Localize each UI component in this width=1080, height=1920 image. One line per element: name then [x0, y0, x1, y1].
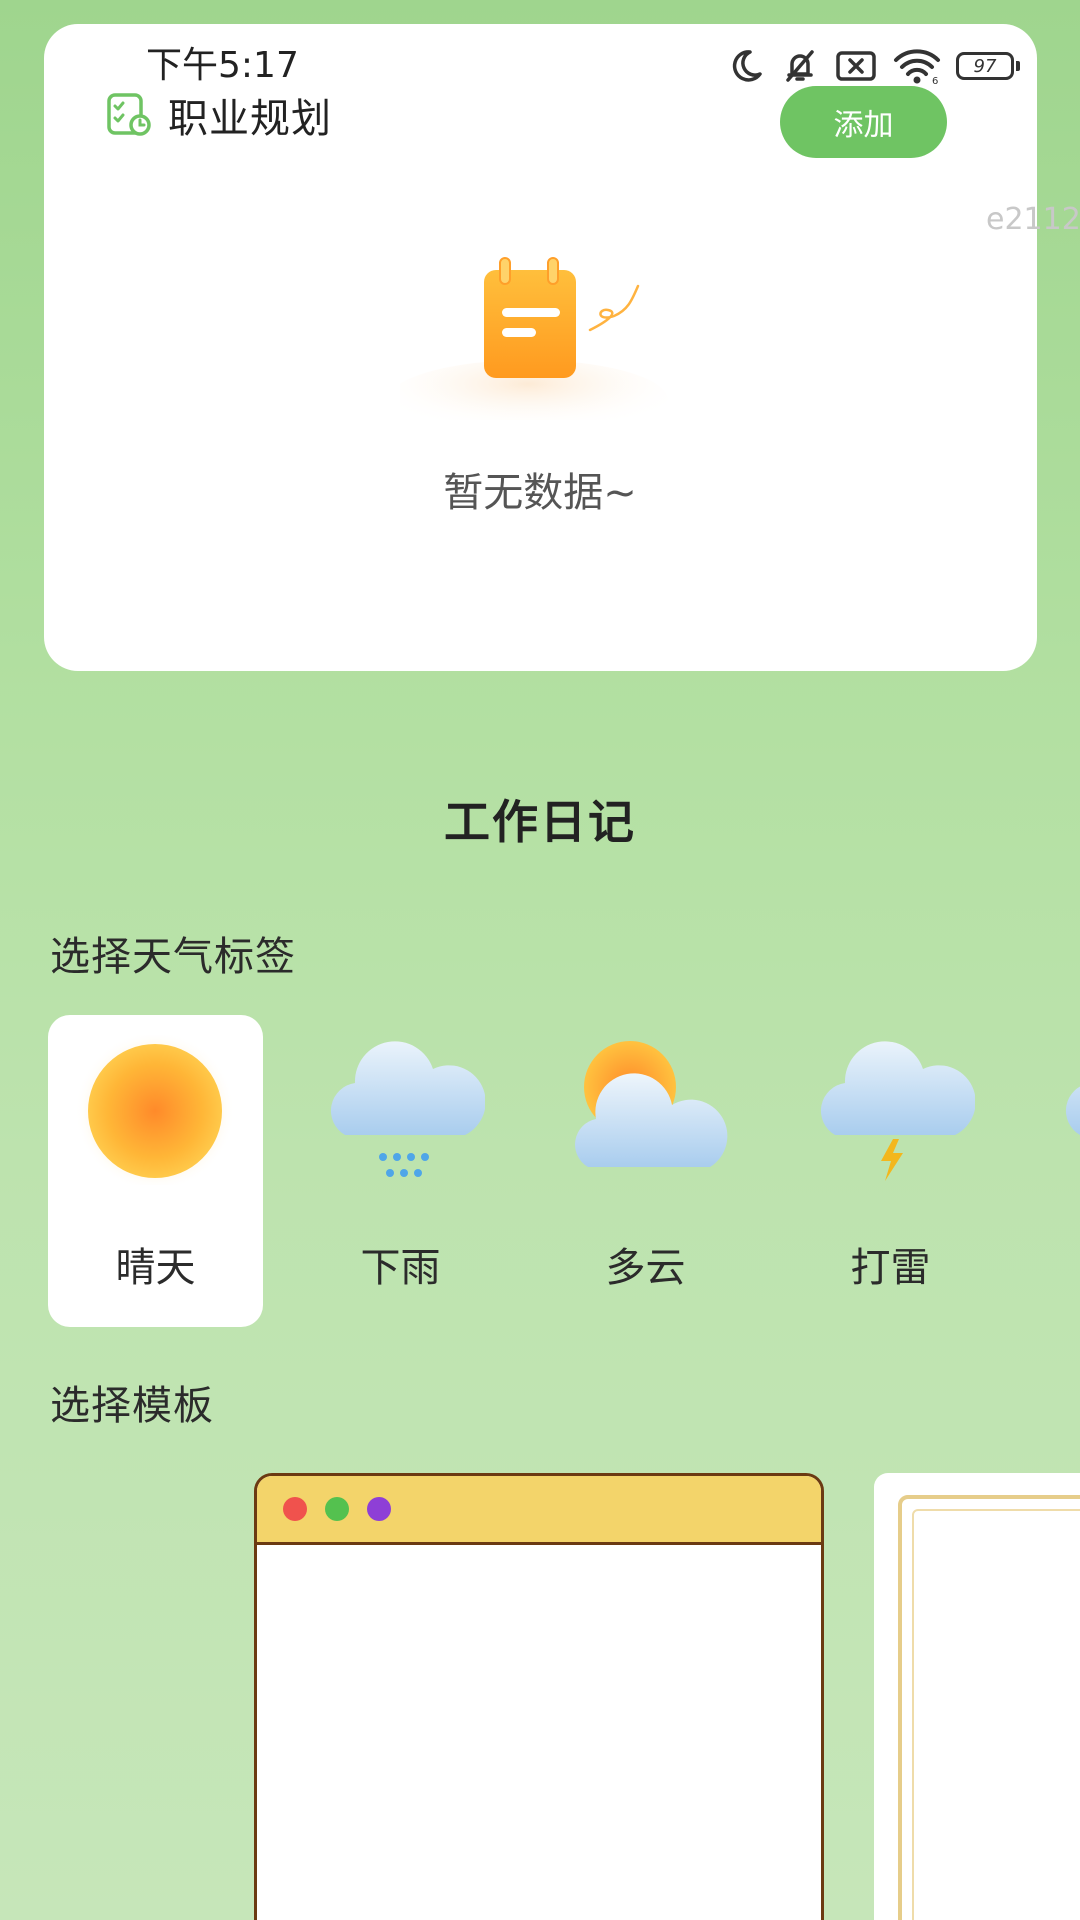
- weather-option-rain[interactable]: 下雨: [293, 1015, 508, 1327]
- template-window-bar: [257, 1476, 821, 1545]
- sunny-icon: [75, 1035, 235, 1185]
- sim-off-icon: [836, 51, 876, 81]
- moon-icon: [732, 50, 762, 82]
- red-dot: [283, 1497, 307, 1521]
- notepad-icon: [400, 257, 668, 420]
- green-dot: [325, 1497, 349, 1521]
- watermark: e21128: [986, 202, 1080, 237]
- weather-label-rain: 下雨: [360, 1245, 441, 1291]
- template-section-label: 选择模板: [50, 1383, 214, 1429]
- add-button[interactable]: 添加: [780, 86, 947, 158]
- thunder-icon: [820, 1041, 975, 1181]
- cloud-icon: [1065, 1086, 1080, 1135]
- svg-text:6: 6: [932, 76, 938, 86]
- template-window[interactable]: [254, 1473, 824, 1920]
- weather-label-thunder: 打雷: [850, 1245, 931, 1291]
- weather-label-sunny: 晴天: [115, 1245, 196, 1291]
- wifi-icon: 6: [894, 49, 940, 86]
- planner-icon: [107, 93, 151, 136]
- battery-icon: 97: [956, 52, 1020, 80]
- card-title: 职业规划: [168, 96, 332, 142]
- bell-off-icon: [786, 50, 814, 82]
- template-options: [0, 1470, 1080, 1920]
- status-time: 下午5:17: [146, 45, 299, 86]
- battery-level: 97: [956, 52, 1014, 80]
- status-icons: 6 97: [726, 44, 1020, 88]
- weather-label-cloudy: 多云: [605, 1245, 686, 1291]
- weather-option-thunder[interactable]: 打雷: [783, 1015, 998, 1327]
- weather-option-sunny[interactable]: 晴天: [48, 1015, 263, 1327]
- card-header: 职业规划: [106, 86, 332, 144]
- weather-option-cloudy[interactable]: 多云: [538, 1015, 753, 1327]
- weather-option-more[interactable]: [1028, 1015, 1080, 1327]
- purple-dot: [367, 1497, 391, 1521]
- rain-icon: [330, 1041, 485, 1177]
- cloudy-icon: [575, 1041, 728, 1167]
- weather-section-label: 选择天气标签: [50, 934, 296, 980]
- diary-heading: 工作日记: [444, 795, 636, 849]
- empty-state-text: 暂无数据~: [443, 470, 637, 516]
- template-gold-frame[interactable]: [874, 1473, 1080, 1920]
- weather-options: 晴天 下雨 多云 打雷: [48, 1015, 1080, 1327]
